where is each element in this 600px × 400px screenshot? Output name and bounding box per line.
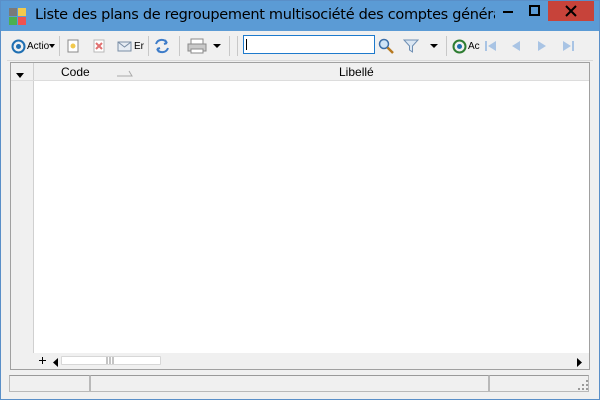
email-label: Er — [134, 40, 144, 52]
first-icon — [485, 41, 496, 51]
search-button[interactable] — [378, 36, 395, 56]
print-dropdown[interactable] — [213, 36, 222, 56]
search-icon — [378, 38, 394, 54]
app-icon — [9, 8, 26, 25]
activity-button[interactable]: Ac — [452, 36, 480, 56]
delete-button[interactable] — [91, 36, 107, 56]
expand-button[interactable] — [38, 354, 47, 368]
email-button[interactable]: Er — [117, 36, 144, 56]
previous-icon — [512, 41, 520, 51]
new-button[interactable] — [65, 36, 81, 56]
refresh-button[interactable] — [153, 36, 171, 56]
arrow-right-icon — [577, 358, 582, 367]
status-cell — [9, 375, 90, 392]
close-icon — [565, 5, 577, 17]
status-bar — [7, 373, 593, 393]
filter-button[interactable] — [403, 36, 419, 56]
print-button[interactable] — [187, 36, 207, 56]
title-bar[interactable]: Liste des plans de regroupement multisoc… — [1, 1, 599, 31]
filter-dropdown[interactable] — [430, 36, 439, 56]
activity-icon — [452, 39, 467, 53]
toolbar: Actio Er Ac — [7, 32, 593, 61]
scrollbar-thumb[interactable] — [61, 356, 161, 365]
last-record-button[interactable] — [560, 36, 576, 56]
close-button[interactable] — [548, 1, 594, 21]
previous-record-button[interactable] — [509, 36, 523, 56]
row-selector-column — [11, 63, 34, 369]
chevron-down-icon — [16, 73, 24, 78]
grid-header: Code Libellé — [11, 63, 589, 81]
toolbar-separator — [237, 36, 238, 56]
minimize-button[interactable] — [495, 1, 521, 21]
scroll-right-button[interactable] — [577, 356, 583, 370]
grid-body[interactable] — [34, 80, 589, 353]
chevron-down-icon — [430, 44, 438, 48]
arrow-left-icon — [53, 358, 58, 367]
delete-icon — [93, 39, 105, 53]
next-icon — [538, 41, 546, 51]
toolbar-separator — [179, 36, 180, 56]
window-title: Liste des plans de regroupement multisoc… — [35, 7, 519, 23]
scroll-left-button[interactable] — [53, 356, 59, 370]
toolbar-separator — [59, 36, 60, 56]
column-header-libelle[interactable]: Libellé — [339, 65, 374, 79]
data-grid[interactable]: Code Libellé — [10, 62, 590, 370]
printer-icon — [187, 38, 207, 54]
main-window: Liste des plans de regroupement multisoc… — [0, 0, 600, 400]
toolbar-separator — [148, 36, 149, 56]
column-header-code[interactable]: Code — [61, 65, 90, 79]
filter-icon — [403, 39, 419, 53]
toolbar-separator — [446, 36, 447, 56]
action-icon — [11, 39, 26, 53]
resize-grip-icon[interactable] — [577, 379, 589, 391]
new-document-icon — [67, 39, 79, 53]
search-input[interactable] — [243, 35, 375, 54]
status-cell — [90, 375, 489, 392]
column-chooser-button[interactable] — [16, 68, 25, 82]
last-icon — [563, 41, 574, 51]
maximize-icon — [529, 5, 540, 16]
sort-ascending-icon — [117, 70, 133, 77]
toolbar-separator — [229, 36, 230, 56]
action-label: Actio — [27, 40, 50, 52]
chevron-down-icon — [213, 44, 221, 48]
header-separator — [33, 63, 34, 80]
minimize-icon — [503, 11, 513, 13]
horizontal-scrollbar[interactable] — [11, 353, 589, 369]
plus-icon — [39, 357, 46, 364]
text-caret — [246, 39, 247, 50]
refresh-icon — [155, 38, 169, 54]
status-cell — [489, 375, 589, 392]
activity-label: Ac — [468, 40, 480, 52]
next-record-button[interactable] — [535, 36, 549, 56]
first-record-button[interactable] — [483, 36, 499, 56]
email-icon — [117, 41, 132, 52]
grip-icon — [106, 357, 114, 364]
action-menu-button[interactable]: Actio — [11, 36, 56, 56]
chevron-down-icon — [49, 44, 56, 48]
maximize-button[interactable] — [522, 1, 548, 21]
